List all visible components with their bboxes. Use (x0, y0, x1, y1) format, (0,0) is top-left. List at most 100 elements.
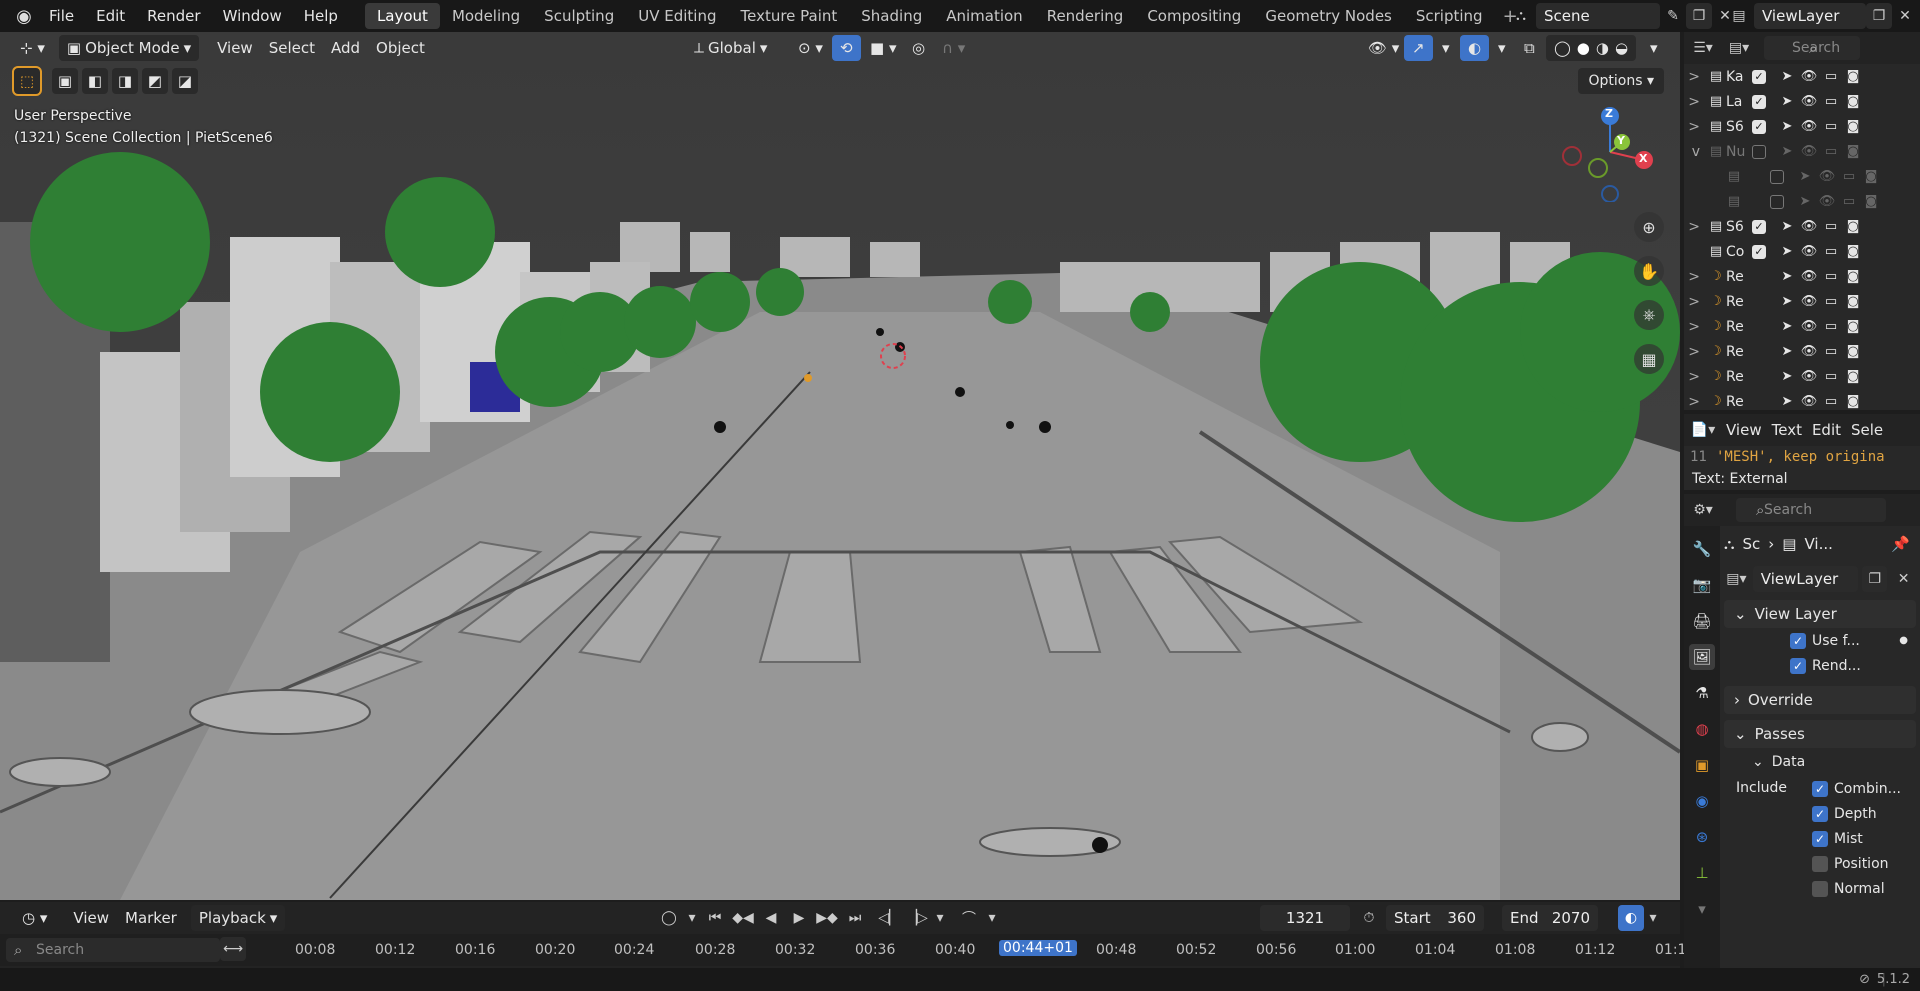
tab-sculpting[interactable]: Sculpting (532, 3, 626, 29)
selectable-icon[interactable]: ➤ (1776, 344, 1798, 359)
text-menu-text[interactable]: Text (1772, 421, 1802, 439)
zoom-icon[interactable]: ⊕ (1634, 212, 1664, 242)
jump-end-icon[interactable]: ⏭ (842, 905, 868, 931)
pivot-dropdown[interactable]: ⊙ ▾ (790, 35, 831, 61)
viewport-disable-icon[interactable]: ▭ (1820, 294, 1842, 309)
render-camera-icon[interactable]: ◙ (1842, 219, 1864, 234)
play-reverse-icon[interactable]: ◀ (758, 905, 784, 931)
current-frame-field[interactable]: 1321 (1260, 905, 1350, 931)
properties-editor-type-icon[interactable]: ⚙▾ (1690, 497, 1716, 523)
new-view-layer-icon[interactable]: ❐ (1866, 3, 1892, 29)
selectable-icon[interactable]: ➤ (1776, 394, 1798, 409)
next-marker-icon[interactable]: ▕▷ (904, 905, 930, 931)
pass-checkbox[interactable] (1812, 855, 1828, 872)
pass-checkbox[interactable] (1812, 880, 1828, 897)
text-menu-edit[interactable]: Edit (1812, 421, 1841, 439)
wireframe-shading-icon[interactable]: ◯ (1554, 35, 1571, 61)
tab-animation[interactable]: Animation (934, 3, 1034, 29)
remove-view-layer-icon[interactable]: ✕ (1891, 566, 1916, 592)
outliner-row[interactable]: > ☽ Re ➤ 👁 ▭ ◙ (1684, 289, 1920, 314)
breadcrumb-scene[interactable]: Sc (1743, 535, 1761, 553)
next-keyframe-icon[interactable]: ▶◆ (814, 905, 840, 931)
physics-tab-icon[interactable]: ◉ (1689, 788, 1715, 814)
render-camera-icon[interactable]: ◙ (1842, 394, 1864, 409)
menu-view[interactable]: View (209, 35, 261, 61)
render-camera-icon[interactable]: ◙ (1860, 169, 1882, 184)
orientation-dropdown[interactable]: ⟂ Global ▾ (686, 35, 775, 61)
view-layer-field[interactable]: ViewLayer (1752, 566, 1859, 592)
select-tool-icon[interactable]: ⬚ (12, 66, 42, 96)
tab-compositing[interactable]: Compositing (1135, 3, 1253, 29)
jump-start-icon[interactable]: ⏮ (702, 905, 728, 931)
exclude-checkbox[interactable]: ✓ (1752, 119, 1766, 134)
viewport-disable-icon[interactable]: ▭ (1820, 344, 1842, 359)
viewport-disable-icon[interactable]: ▭ (1820, 69, 1842, 84)
material-shading-icon[interactable]: ◑ (1596, 35, 1609, 61)
blender-logo-icon[interactable]: ◉ (10, 2, 38, 30)
menu-edit[interactable]: Edit (85, 3, 136, 29)
menu-help[interactable]: Help (293, 3, 349, 29)
world-tab-icon[interactable]: ◍ (1689, 716, 1715, 742)
copy-view-layer-icon[interactable]: ❐ (1862, 566, 1888, 592)
render-camera-icon[interactable]: ◙ (1842, 94, 1864, 109)
shading-dropdown[interactable]: ▾ (1642, 35, 1666, 61)
selectable-icon[interactable]: ➤ (1776, 369, 1798, 384)
selectable-icon[interactable]: ➤ (1776, 219, 1798, 234)
selectable-icon[interactable]: ➤ (1776, 94, 1798, 109)
pass-checkbox[interactable]: ✓ (1812, 780, 1828, 797)
breadcrumb-view-layer[interactable]: Vi... (1804, 535, 1832, 553)
outliner-row[interactable]: > ☽ Re ➤ 👁 ▭ ◙ (1684, 264, 1920, 289)
outliner-row[interactable]: ▤ Co ✓ ➤ 👁 ▭ ◙ (1684, 239, 1920, 264)
viewport-disable-icon[interactable]: ▭ (1820, 319, 1842, 334)
select-new-icon[interactable]: ▣ (52, 68, 78, 94)
render-camera-icon[interactable]: ◙ (1842, 69, 1864, 84)
outliner-row[interactable]: > ▤ La ✓ ➤ 👁 ▭ ◙ (1684, 89, 1920, 114)
eye-icon[interactable]: 👁 (1798, 269, 1820, 284)
use-for-rendering-checkbox[interactable]: ✓ (1790, 632, 1806, 649)
view-layer-name-field[interactable]: ViewLayer (1754, 3, 1866, 29)
mode-dropdown[interactable]: ▣ Object Mode ▾ (58, 35, 200, 61)
start-frame-field[interactable]: Start 360 (1386, 905, 1484, 931)
pin-icon[interactable]: 📌 (1891, 535, 1910, 553)
eye-icon[interactable]: 👁 (1798, 94, 1820, 109)
pass-row[interactable]: ✓ Depth (1812, 801, 1916, 826)
render-camera-icon[interactable]: ◙ (1842, 244, 1864, 259)
text-editor-type-icon[interactable]: 📄▾ (1690, 417, 1716, 443)
timeline-menu-playback[interactable]: Playback ▾ (190, 905, 286, 931)
scene-render[interactable] (0, 32, 1680, 900)
viewport-disable-icon[interactable]: ▭ (1838, 169, 1860, 184)
render-camera-icon[interactable]: ◙ (1842, 369, 1864, 384)
code-line[interactable]: 11 'MESH', keep origina (1684, 446, 1920, 468)
expander-icon[interactable]: > (1684, 294, 1706, 310)
expander-icon[interactable]: > (1684, 269, 1706, 285)
panel-view-layer[interactable]: ⌄ View Layer (1724, 600, 1916, 628)
pass-checkbox[interactable]: ✓ (1812, 830, 1828, 847)
prev-keyframe-icon[interactable]: ◆◀ (730, 905, 756, 931)
panel-override[interactable]: › Override (1724, 686, 1916, 714)
subpanel-data[interactable]: ⌄ Data (1724, 748, 1916, 776)
use-for-rendering-row[interactable]: ✓ Use f... ● (1724, 628, 1916, 653)
menu-window[interactable]: Window (212, 3, 293, 29)
viewport-disable-icon[interactable]: ▭ (1838, 194, 1860, 209)
swap-icon[interactable]: ⟷ (220, 937, 246, 961)
exclude-checkbox[interactable]: ✓ (1752, 244, 1766, 259)
timeline-menu-view[interactable]: View (65, 905, 117, 931)
new-scene-icon[interactable]: ❐ (1686, 3, 1712, 29)
view-layer-icon[interactable]: ▤ (1726, 3, 1752, 29)
pan-hand-icon[interactable]: ✋ (1634, 256, 1664, 286)
view-layer-browse-icon[interactable]: ▤▾ (1724, 566, 1749, 592)
menu-add[interactable]: Add (323, 35, 368, 61)
expander-icon[interactable]: > (1684, 119, 1706, 135)
expander-icon[interactable]: > (1684, 219, 1706, 235)
expander-icon[interactable]: > (1684, 94, 1706, 110)
snap-toggle[interactable]: ⟲ (832, 35, 861, 61)
camera-view-icon[interactable]: ⎈ (1634, 300, 1664, 330)
eye-icon[interactable]: 👁 (1798, 69, 1820, 84)
tab-layout[interactable]: Layout (364, 3, 440, 29)
outliner-editor-type-icon[interactable]: ☰▾ (1690, 35, 1716, 61)
expander-icon[interactable]: > (1684, 344, 1706, 360)
more-tabs-icon[interactable]: ▾ (1689, 896, 1715, 922)
menu-select[interactable]: Select (261, 35, 323, 61)
viewport-disable-icon[interactable]: ▭ (1820, 119, 1842, 134)
timeline-overlay-dropdown[interactable]: ▾ (1644, 905, 1662, 931)
